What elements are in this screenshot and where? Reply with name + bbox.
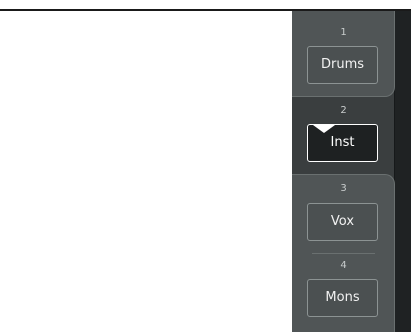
- selected-indicator-icon: [313, 125, 335, 133]
- tab-group-upper: 1 Drums: [292, 11, 395, 97]
- tab-drums-button[interactable]: Drums: [307, 46, 378, 84]
- mix-group-panel: 1 Drums 2 Inst 3 Vox 4 Mons: [292, 11, 411, 332]
- window: 1 Drums 2 Inst 3 Vox 4 Mons: [0, 0, 411, 332]
- tab-number-2: 2: [340, 105, 347, 116]
- tab-number-4: 4: [340, 260, 347, 271]
- tab-number-1: 1: [340, 27, 347, 38]
- tab-divider: [312, 253, 375, 254]
- tab-mons-button[interactable]: Mons: [307, 279, 378, 317]
- main-content-area: [0, 11, 292, 332]
- tab-vox-button[interactable]: Vox: [307, 203, 378, 241]
- tab-number-3: 3: [340, 183, 347, 194]
- tab-group-lower: 3 Vox 4 Mons: [292, 174, 395, 332]
- panel-edge: [395, 11, 411, 332]
